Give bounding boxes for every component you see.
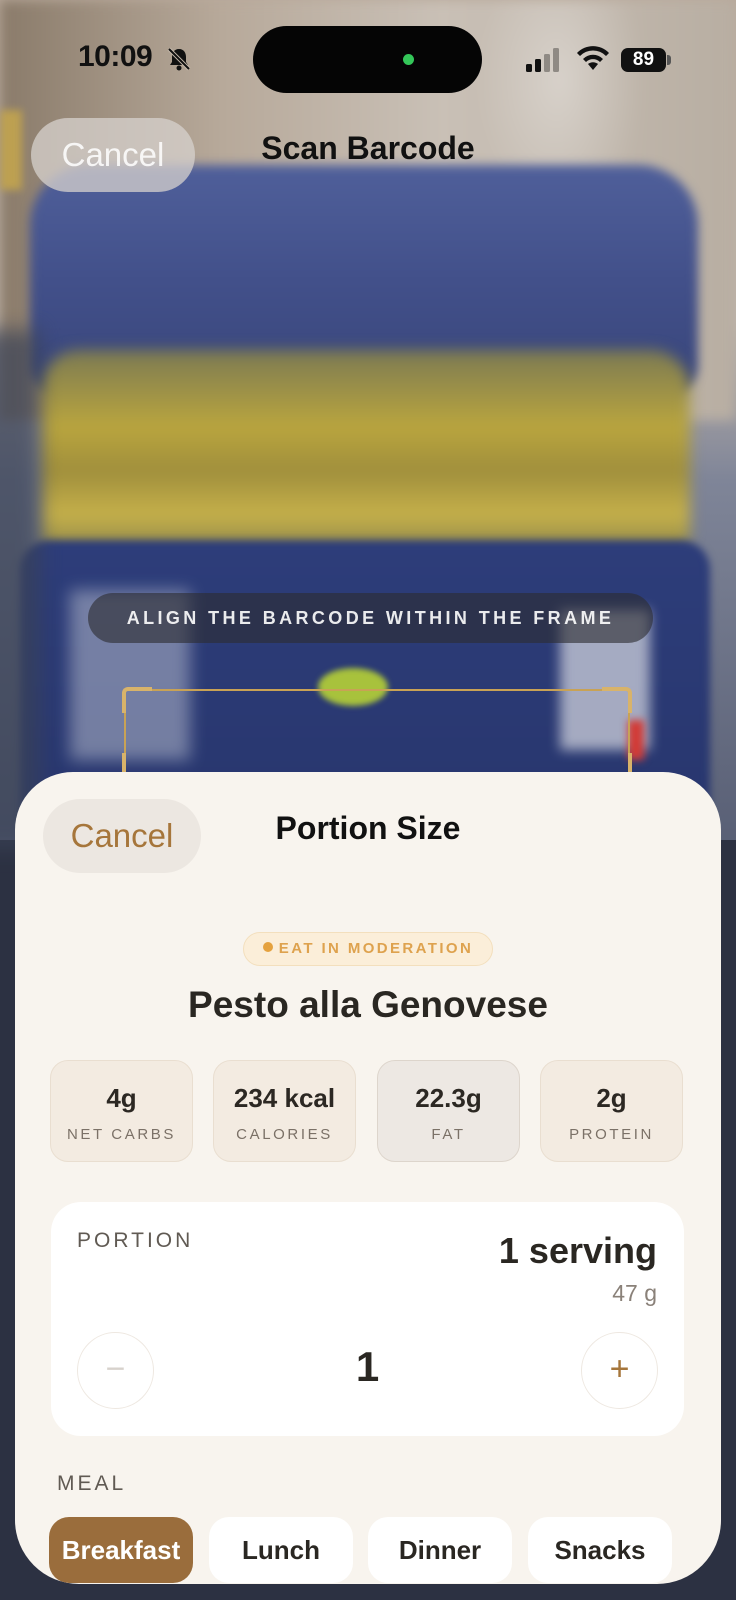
camera-active-indicator bbox=[403, 54, 414, 65]
food-name: Pesto alla Genovese bbox=[188, 984, 548, 1025]
meal-option-breakfast[interactable]: Breakfast bbox=[49, 1517, 193, 1583]
increment-button[interactable]: + bbox=[581, 1332, 658, 1409]
badge-label: EAT IN MODERATION bbox=[278, 940, 474, 957]
meal-label: MEAL bbox=[57, 1472, 127, 1495]
portion-card: PORTION 1 serving 47 g − 1 + bbox=[51, 1202, 684, 1436]
stat-fat: 22.3g FAT bbox=[377, 1060, 520, 1162]
portion-grams: 47 g bbox=[612, 1280, 657, 1306]
barcode-scan-frame bbox=[122, 687, 632, 779]
stat-label: FAT bbox=[431, 1126, 466, 1143]
scanner-cancel-button[interactable]: Cancel bbox=[31, 118, 195, 192]
signal-icon bbox=[526, 48, 559, 72]
camera-background bbox=[0, 110, 22, 190]
stat-label: PROTEIN bbox=[569, 1126, 654, 1143]
status-time: 10:09 bbox=[78, 40, 153, 73]
frame-corner bbox=[602, 687, 632, 713]
portion-serving[interactable]: 1 serving bbox=[499, 1230, 657, 1272]
meal-option-dinner[interactable]: Dinner bbox=[368, 1517, 512, 1583]
badge-dot-icon bbox=[262, 942, 273, 952]
portion-label: PORTION bbox=[77, 1229, 194, 1252]
camera-background bbox=[0, 330, 40, 850]
stat-value: 4g bbox=[106, 1083, 137, 1113]
sheet-title: Portion Size bbox=[275, 810, 461, 846]
stat-value: 2g bbox=[596, 1083, 627, 1113]
stat-value: 234 kcal bbox=[233, 1083, 336, 1113]
battery-icon: 89 bbox=[621, 48, 666, 72]
stat-calories: 234 kcal CALORIES bbox=[213, 1060, 356, 1162]
portion-sheet: Cancel Portion Size EAT IN MODERATION Pe… bbox=[15, 772, 721, 1584]
stat-protein: 2g PROTEIN bbox=[540, 1060, 683, 1162]
bell-slash-icon bbox=[167, 47, 191, 71]
dynamic-island bbox=[253, 26, 482, 93]
stat-label: CALORIES bbox=[236, 1126, 333, 1143]
moderation-badge: EAT IN MODERATION bbox=[243, 932, 493, 966]
meal-option-lunch[interactable]: Lunch bbox=[209, 1517, 353, 1583]
stat-value: 22.3g bbox=[415, 1083, 482, 1113]
sheet-cancel-button[interactable]: Cancel bbox=[43, 799, 201, 873]
wifi-icon bbox=[577, 46, 609, 70]
jar-neck-image bbox=[40, 350, 690, 570]
meal-option-snacks[interactable]: Snacks bbox=[528, 1517, 672, 1583]
stat-net-carbs: 4g NET CARBS bbox=[50, 1060, 193, 1162]
battery-cap bbox=[667, 55, 671, 65]
frame-corner bbox=[122, 687, 152, 713]
stat-label: NET CARBS bbox=[67, 1126, 176, 1143]
scanner-title: Scan Barcode bbox=[261, 130, 475, 166]
scan-instruction: ALIGN THE BARCODE WITHIN THE FRAME bbox=[88, 593, 653, 643]
